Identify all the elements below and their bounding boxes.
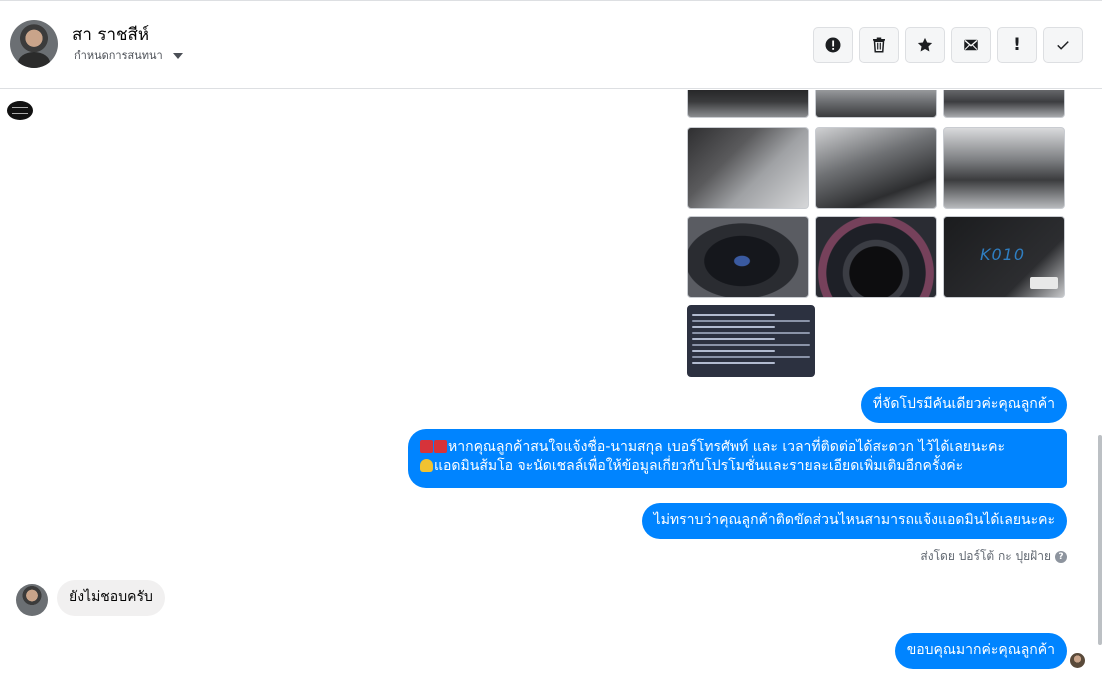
message-line: แอดมินส้มโอ จะนัดเชลล์เพื่อให้ข้อมูลเกี่… <box>420 457 1055 476</box>
mark-button[interactable]: ! <box>997 27 1037 63</box>
sent-by-text: ส่งโดย ปอร์โต้ กะ ปุยฝ้าย <box>920 549 1051 563</box>
mail-button[interactable] <box>951 27 991 63</box>
message-bubble-outgoing[interactable]: ไม่ทราบว่าคุณลูกค้าติดขัดส่วนไหนสามารถแจ… <box>641 503 1067 539</box>
car-photo[interactable]: K010 <box>943 216 1065 298</box>
help-icon[interactable]: ? <box>1055 550 1067 563</box>
sticker <box>1030 277 1058 289</box>
plate-label: K010 <box>980 245 1026 264</box>
user-avatar[interactable] <box>16 584 48 616</box>
message-bubble-outgoing[interactable]: หากคุณลูกค้าสนใจแจ้งชื่อ-นามสกุล เบอร์โท… <box>408 429 1067 488</box>
message-thread[interactable]: K010 ที่จัดโปรมีคันเดียวค่ะคุณลูกค้า หาก… <box>0 90 1102 679</box>
check-icon <box>1057 41 1069 50</box>
message-bubble-incoming[interactable]: ยังไม่ชอบครับ <box>57 580 165 616</box>
done-button[interactable] <box>1043 27 1083 63</box>
message-text: หากคุณลูกค้าสนใจแจ้งชื่อ-นามสกุล เบอร์โท… <box>448 439 1005 455</box>
envelope-icon <box>964 39 978 51</box>
telephone-emoji-icon <box>434 440 447 453</box>
exclamation-circle-icon <box>825 37 841 53</box>
car-photo[interactable] <box>815 90 937 118</box>
page-avatar <box>7 101 33 120</box>
message-line: หากคุณลูกค้าสนใจแจ้งชื่อ-นามสกุล เบอร์โท… <box>420 438 1055 457</box>
sent-by-label: ส่งโดย ปอร์โต้ กะ ปุยฝ้าย ? <box>920 547 1067 566</box>
star-button[interactable] <box>905 27 945 63</box>
assign-conversation-dropdown[interactable]: กำหนดการสนทนา <box>74 46 183 64</box>
message-bubble-outgoing[interactable]: ที่จัดโปรมีคันเดียวค่ะคุณลูกค้า <box>860 387 1067 423</box>
scrollbar[interactable] <box>1098 435 1102 645</box>
assign-label: กำหนดการสนทนา <box>74 49 163 62</box>
report-button[interactable] <box>813 27 853 63</box>
header-actions: ! <box>813 27 1083 63</box>
spec-sheet-image[interactable] <box>687 305 815 377</box>
car-photo[interactable] <box>687 90 809 118</box>
delete-button[interactable] <box>859 27 899 63</box>
contact-name[interactable]: สา ราชสีห์ <box>72 21 149 48</box>
telephone-emoji-icon <box>420 440 433 453</box>
conversation-header: สา ราชสีห์ กำหนดการสนทนา ! <box>0 0 1102 89</box>
car-photo[interactable] <box>687 127 809 209</box>
car-photo[interactable] <box>687 216 809 298</box>
car-photo[interactable] <box>943 127 1065 209</box>
message-bubble-outgoing[interactable]: ขอบคุณมากค่ะคุณลูกค้า <box>894 633 1067 669</box>
trash-icon <box>873 37 885 53</box>
message-text: แอดมินส้มโอ จะนัดเชลล์เพื่อให้ข้อมูลเกี่… <box>434 458 964 474</box>
contact-avatar[interactable] <box>10 20 58 68</box>
star-icon <box>917 37 933 52</box>
mark-label: ! <box>1013 35 1021 55</box>
car-photo[interactable] <box>943 90 1065 118</box>
car-photo[interactable] <box>815 127 937 209</box>
seen-indicator-avatar <box>1070 653 1085 668</box>
car-photo[interactable] <box>815 216 937 298</box>
people-emoji-icon <box>420 459 433 472</box>
caret-down-icon <box>172 53 183 59</box>
